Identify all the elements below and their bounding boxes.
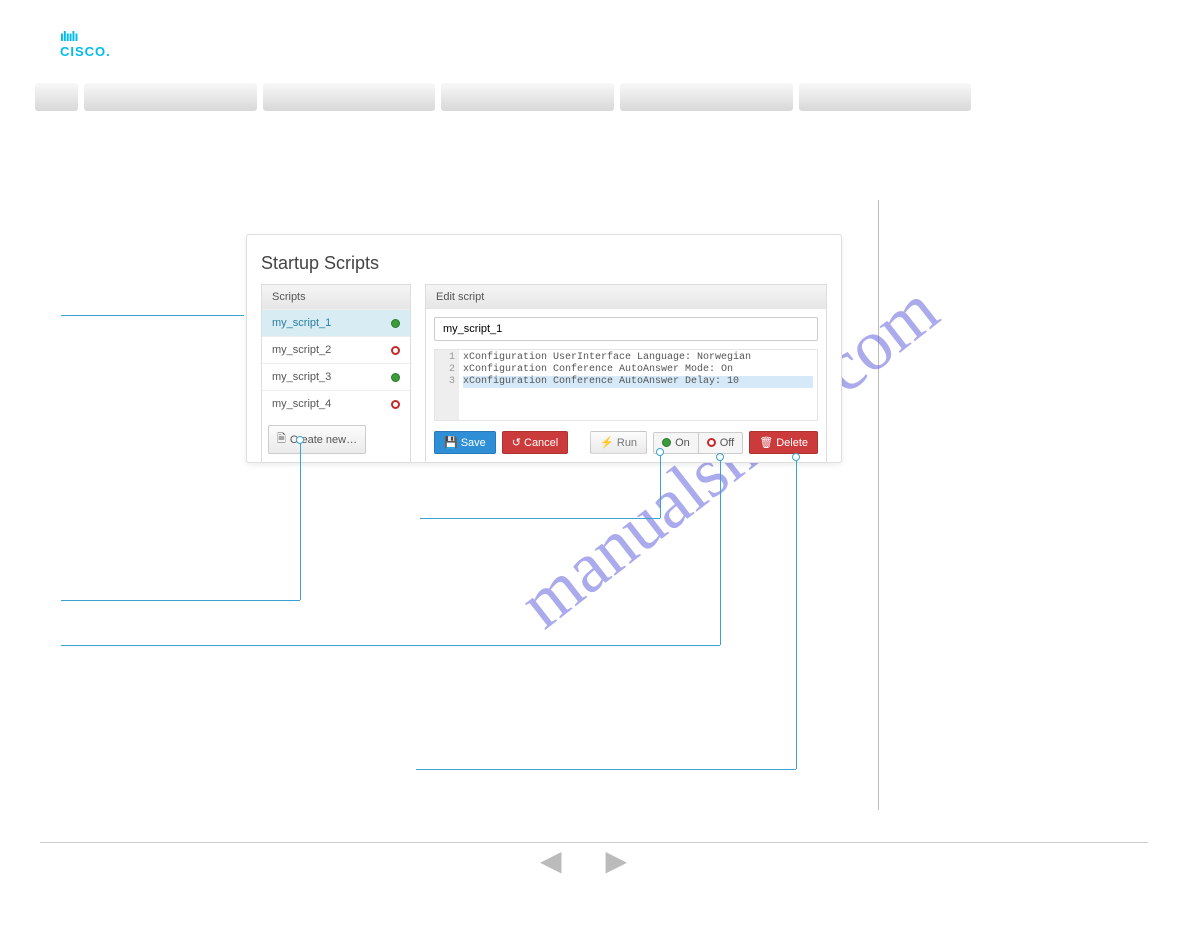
script-name: my_script_2: [272, 344, 331, 356]
tab[interactable]: [441, 83, 614, 111]
top-tabs: [35, 83, 1150, 111]
startup-scripts-panel: Startup Scripts Scripts my_script_1 my_sc…: [246, 234, 842, 463]
tab[interactable]: [620, 83, 793, 111]
page-nav: ◀ ▶: [540, 844, 627, 877]
tab[interactable]: [35, 83, 78, 111]
delete-label: Delete: [776, 437, 808, 449]
on-label: On: [675, 437, 690, 449]
logo-bars-icon: ılıılı: [60, 28, 111, 44]
next-page-icon[interactable]: ▶: [606, 844, 628, 877]
save-label: Save: [461, 437, 486, 449]
prev-page-icon[interactable]: ◀: [540, 844, 562, 877]
cancel-label: Cancel: [524, 437, 558, 449]
script-list-item[interactable]: my_script_1: [262, 309, 410, 336]
run-button[interactable]: ⚡ Run: [590, 431, 647, 454]
logo-text: CISCO.: [60, 44, 111, 59]
delete-button[interactable]: 🗑 Delete: [749, 431, 818, 454]
bolt-icon: ⚡: [600, 436, 614, 449]
save-button[interactable]: 💾 Save: [434, 431, 496, 454]
trash-icon: 🗑: [759, 436, 773, 449]
edit-header: Edit script: [426, 285, 826, 309]
status-off-icon: [391, 400, 400, 409]
divider: [878, 200, 879, 810]
code-line: xConfiguration Conference AutoAnswer Del…: [463, 376, 813, 388]
file-icon: 🗎: [277, 430, 286, 449]
status-on-icon: [391, 373, 400, 382]
green-dot-icon: [662, 438, 671, 447]
script-name: my_script_1: [272, 317, 331, 329]
status-on-icon: [391, 319, 400, 328]
run-label: Run: [617, 437, 637, 449]
script-name: my_script_4: [272, 398, 331, 410]
on-off-toggle[interactable]: On Off: [653, 432, 743, 454]
cisco-logo: ılıılı CISCO.: [60, 28, 111, 59]
tab[interactable]: [799, 83, 972, 111]
line-gutter: 123: [435, 350, 459, 420]
code-line: xConfiguration UserInterface Language: N…: [463, 352, 813, 364]
save-icon: 💾: [444, 436, 458, 449]
edit-script-panel: Edit script 123 xConfiguration UserInter…: [425, 284, 827, 463]
script-name-input[interactable]: [434, 317, 818, 341]
script-name: my_script_3: [272, 371, 331, 383]
tab[interactable]: [263, 83, 436, 111]
script-list-item[interactable]: my_script_2: [262, 336, 410, 363]
tab-active[interactable]: [977, 83, 1150, 111]
cancel-button[interactable]: ↺ Cancel: [502, 431, 568, 454]
status-off-icon: [391, 346, 400, 355]
footer-divider: [40, 842, 1148, 843]
script-list-item[interactable]: my_script_3: [262, 363, 410, 390]
red-dot-icon: [707, 438, 716, 447]
scripts-header: Scripts: [262, 285, 410, 309]
off-label: Off: [720, 437, 734, 449]
panel-title: Startup Scripts: [247, 235, 841, 284]
scripts-list-panel: Scripts my_script_1 my_script_2 my_script_…: [261, 284, 411, 463]
script-list-item[interactable]: my_script_4: [262, 390, 410, 417]
code-editor[interactable]: 123 xConfiguration UserInterface Languag…: [434, 349, 818, 421]
code-line: xConfiguration Conference AutoAnswer Mod…: [463, 364, 813, 376]
tab[interactable]: [84, 83, 257, 111]
undo-icon: ↺: [512, 436, 521, 449]
off-option[interactable]: Off: [699, 433, 742, 453]
create-new-button[interactable]: 🗎 Create new…: [268, 425, 366, 454]
